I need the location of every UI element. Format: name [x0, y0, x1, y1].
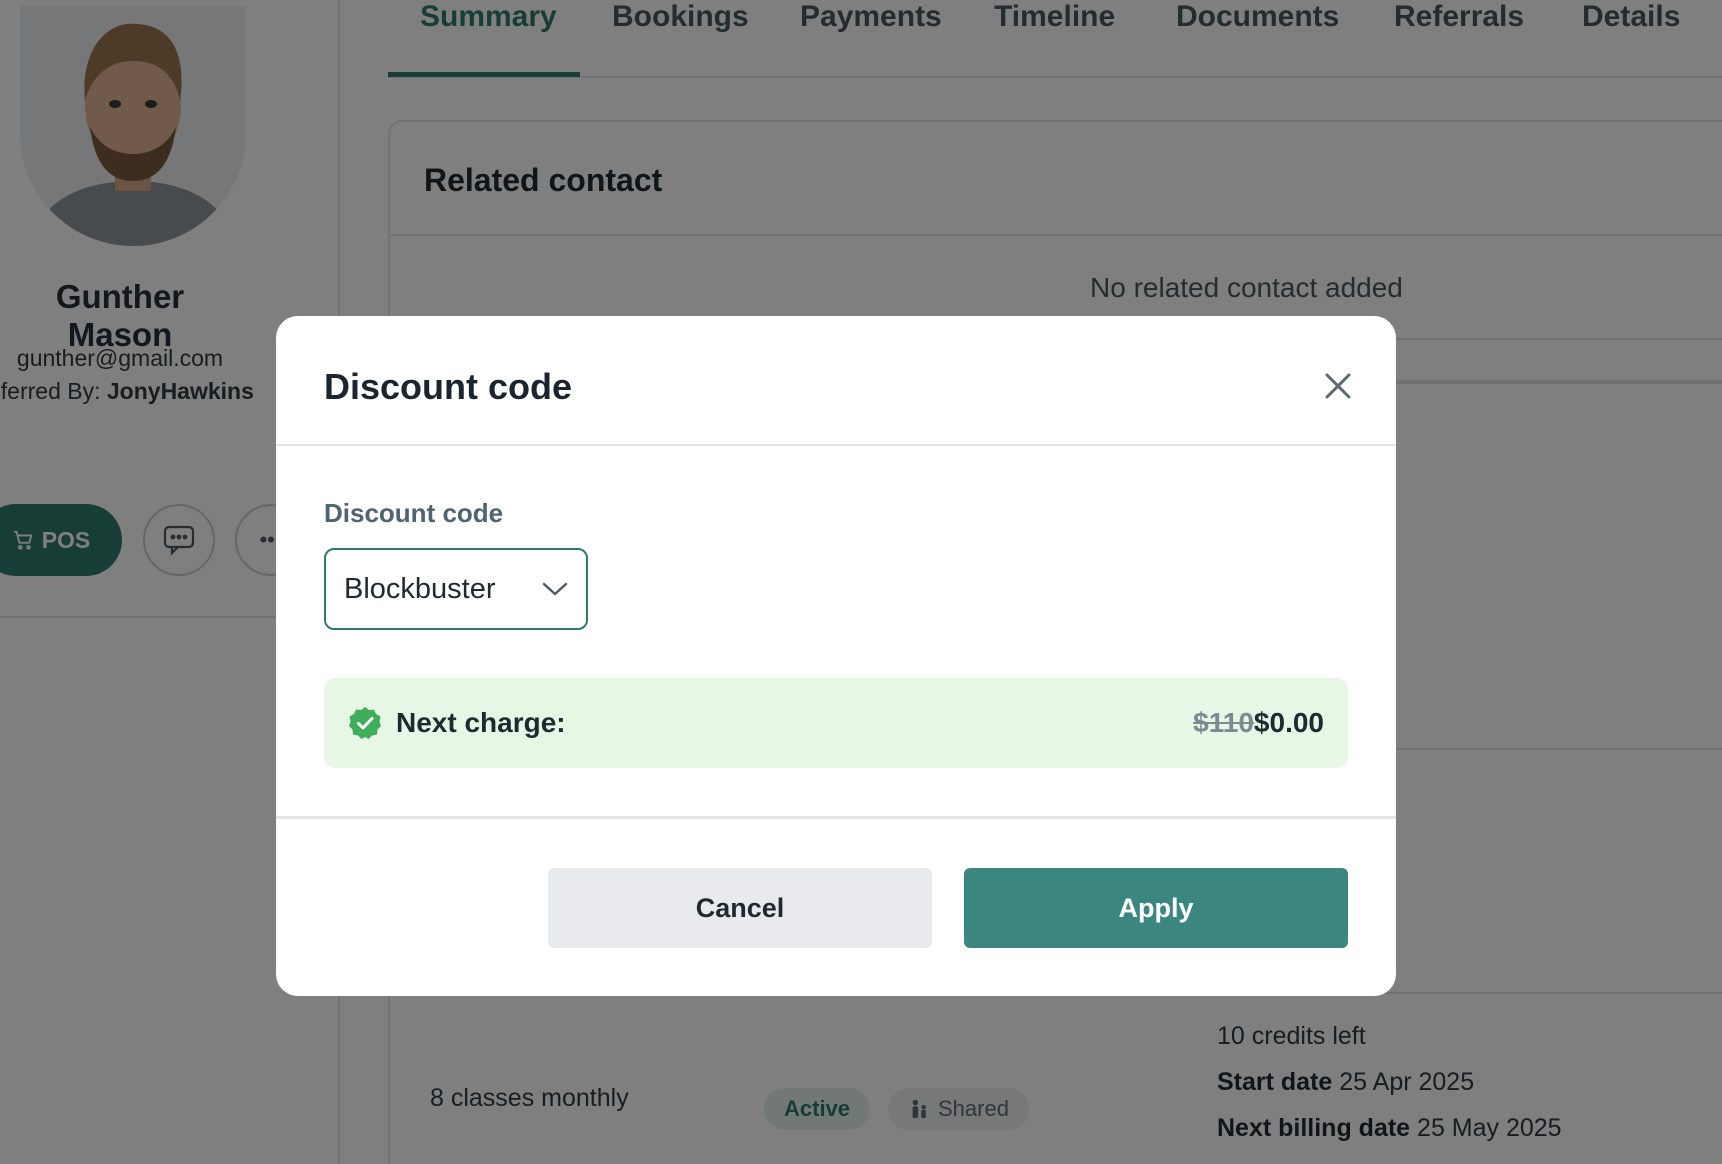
- check-badge-icon: [349, 707, 381, 739]
- dialog-header-divider: [276, 444, 1396, 446]
- discount-code-select[interactable]: Blockbuster: [324, 548, 588, 630]
- next-charge-amounts: $110$0.00: [1193, 707, 1324, 739]
- close-button[interactable]: [1316, 364, 1360, 408]
- next-charge-label: Next charge:: [396, 707, 566, 738]
- discount-code-dialog: Discount code Discount code Blockbuster …: [276, 316, 1396, 996]
- original-price: $110: [1193, 707, 1254, 738]
- dialog-footer-divider: [276, 816, 1396, 819]
- next-charge-notice: Next charge: $110$0.00: [324, 678, 1348, 768]
- discounted-price: $0.00: [1253, 707, 1324, 738]
- discount-code-label: Discount code: [324, 498, 504, 528]
- apply-button[interactable]: Apply: [964, 868, 1348, 948]
- close-icon: [1325, 373, 1351, 399]
- selected-discount-code: Blockbuster: [344, 572, 496, 605]
- cancel-button[interactable]: Cancel: [548, 868, 932, 948]
- chevron-down-icon: [542, 582, 568, 596]
- dialog-title: Discount code: [324, 366, 573, 407]
